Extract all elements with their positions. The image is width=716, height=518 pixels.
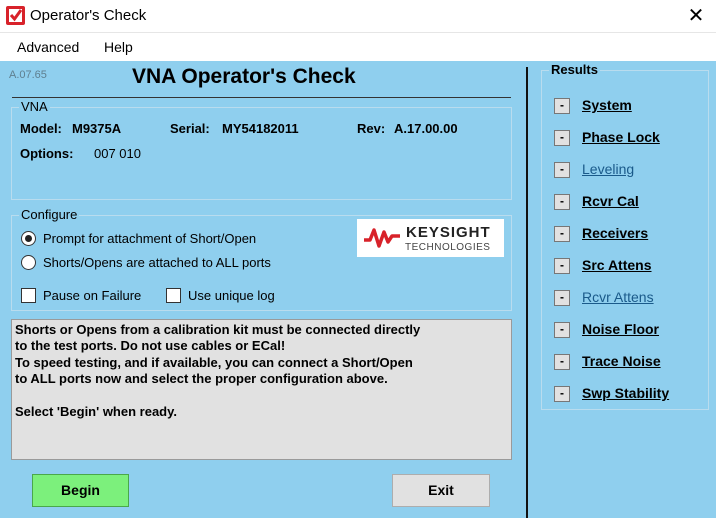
title-bar: Operator's Check ✕ xyxy=(0,0,716,32)
result-link-src-attens[interactable]: Src Attens xyxy=(582,257,652,273)
model-label: Model: xyxy=(20,121,62,136)
pause-on-failure-checkbox[interactable] xyxy=(21,288,36,303)
serial-label: Serial: xyxy=(170,121,210,136)
status-indicator: - xyxy=(554,258,570,274)
radio-all-ports[interactable] xyxy=(21,255,36,270)
result-link-phase-lock[interactable]: Phase Lock xyxy=(582,129,660,145)
rev-value: A.17.00.00 xyxy=(394,121,458,136)
configure-group-title: Configure xyxy=(19,207,80,222)
result-link-leveling[interactable]: Leveling xyxy=(582,161,634,177)
result-link-system[interactable]: System xyxy=(582,97,632,113)
instructions-line: to the test ports. Do not use cables or … xyxy=(15,338,286,353)
options-value: 007 010 xyxy=(94,146,141,161)
result-link-rcvr-attens[interactable]: Rcvr Attens xyxy=(582,289,654,305)
heading-divider xyxy=(12,97,511,98)
logo-subtitle: TECHNOLOGIES xyxy=(405,242,491,253)
results-title: Results xyxy=(549,62,600,77)
status-indicator: - xyxy=(554,98,570,114)
pause-on-failure-label[interactable]: Pause on Failure xyxy=(43,288,141,303)
instructions-line: Shorts or Opens from a calibration kit m… xyxy=(15,322,421,337)
results-group: Results - System - Phase Lock - Leveling… xyxy=(541,62,709,410)
logo-wordmark: KEYSIGHT xyxy=(406,224,491,241)
close-button[interactable]: ✕ xyxy=(676,0,716,32)
result-link-noise-floor[interactable]: Noise Floor xyxy=(582,321,659,337)
result-link-trace-noise[interactable]: Trace Noise xyxy=(582,353,661,369)
status-indicator: - xyxy=(554,290,570,306)
begin-button[interactable]: Begin xyxy=(32,474,129,507)
result-link-receivers[interactable]: Receivers xyxy=(582,225,648,241)
result-link-rcvr-cal[interactable]: Rcvr Cal xyxy=(582,193,639,209)
window-title: Operator's Check xyxy=(30,7,147,24)
page-title: VNA Operator's Check xyxy=(132,65,356,88)
rev-label: Rev: xyxy=(357,121,386,136)
status-indicator: - xyxy=(554,130,570,146)
status-indicator: - xyxy=(554,226,570,242)
instructions-line: To speed testing, and if available, you … xyxy=(15,355,413,370)
menu-advanced[interactable]: Advanced xyxy=(17,39,79,55)
instructions-box: Shorts or Opens from a calibration kit m… xyxy=(11,319,512,460)
instructions-line: to ALL ports now and select the proper c… xyxy=(15,371,388,386)
radio-all-ports-label[interactable]: Shorts/Opens are attached to ALL ports xyxy=(43,255,271,270)
menu-help[interactable]: Help xyxy=(104,39,133,55)
result-link-swp-stability[interactable]: Swp Stability xyxy=(582,385,669,401)
unique-log-checkbox[interactable] xyxy=(166,288,181,303)
main-panel: A.07.65 VNA Operator's Check VNA Model: … xyxy=(0,61,716,518)
status-indicator: - xyxy=(554,386,570,402)
status-indicator: - xyxy=(554,194,570,210)
keysight-logo: KEYSIGHT TECHNOLOGIES xyxy=(357,219,504,257)
radio-prompt[interactable] xyxy=(21,231,36,246)
exit-button[interactable]: Exit xyxy=(392,474,490,507)
version-label: A.07.65 xyxy=(9,69,47,81)
status-indicator: - xyxy=(554,162,570,178)
status-indicator: - xyxy=(554,354,570,370)
instructions-line: Select 'Begin' when ready. xyxy=(15,404,177,419)
radio-selected-dot xyxy=(25,235,32,242)
check-mark-icon xyxy=(6,6,25,25)
status-indicator: - xyxy=(554,322,570,338)
vna-group-title: VNA xyxy=(19,99,50,114)
radio-prompt-label[interactable]: Prompt for attachment of Short/Open xyxy=(43,231,256,246)
keysight-wave-icon xyxy=(364,228,400,248)
unique-log-label[interactable]: Use unique log xyxy=(188,288,275,303)
options-label: Options: xyxy=(20,146,74,161)
panel-divider xyxy=(526,67,528,518)
menu-bar: Advanced Help xyxy=(0,32,716,61)
model-value: M9375A xyxy=(72,121,122,136)
serial-value: MY54182011 xyxy=(222,121,299,136)
